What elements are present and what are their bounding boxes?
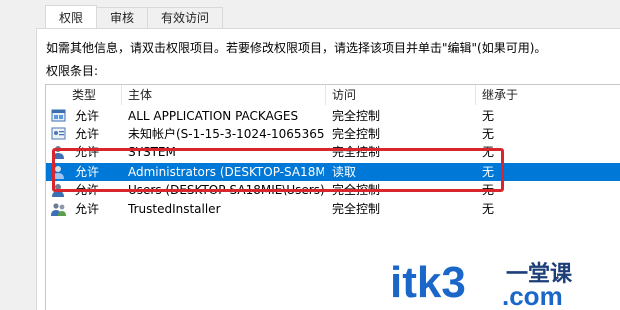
tab-auditing[interactable]: 审核	[96, 7, 149, 28]
column-inherited-from[interactable]: 继承于	[476, 85, 620, 105]
row-type: 允许	[75, 127, 100, 141]
row-inherited: 无	[482, 109, 495, 123]
permission-entries-label: 权限条目:	[46, 64, 99, 78]
info-text: 如需其他信息，请双击权限项目。若要修改权限项目，请选择该项目并单击"编辑"(如果…	[46, 41, 547, 55]
table-row[interactable]: 允许 TrustedInstaller 完全控制 无	[46, 200, 620, 218]
group-icon	[51, 203, 66, 216]
row-inherited: 无	[482, 127, 495, 141]
row-type: 允许	[75, 202, 100, 216]
annotation-highlight-box	[52, 148, 504, 192]
row-type: 允许	[75, 109, 100, 123]
tab-strip: 权限 审核 有效访问	[45, 5, 224, 29]
logo-text: itk3	[390, 258, 466, 307]
row-access: 完全控制	[332, 202, 381, 216]
column-type[interactable]: 类型	[66, 85, 122, 105]
row-principal: 未知帐户(S-1-15-3-1024-1065365936...	[128, 127, 324, 141]
account-icon	[51, 127, 66, 140]
packages-icon	[51, 109, 66, 122]
column-access[interactable]: 访问	[326, 85, 476, 105]
row-principal: ALL APPLICATION PACKAGES	[128, 109, 299, 123]
tab-permissions[interactable]: 权限	[45, 5, 98, 28]
row-access: 完全控制	[332, 109, 381, 123]
table-row[interactable]: 允许 ALL APPLICATION PACKAGES 完全控制 无	[46, 107, 620, 125]
list-header: 类型 主体 访问 继承于	[46, 85, 620, 105]
itk3-watermark-logo: itk3 一堂课 .com	[390, 258, 573, 309]
table-row[interactable]: 允许 未知帐户(S-1-15-3-1024-1065365936... 完全控制…	[46, 125, 620, 143]
row-inherited: 无	[482, 202, 495, 216]
column-principal[interactable]: 主体	[122, 85, 326, 105]
tab-effective-access[interactable]: 有效访问	[147, 7, 224, 28]
logo-domain: .com	[502, 281, 563, 309]
row-principal: TrustedInstaller	[128, 202, 221, 216]
row-access: 完全控制	[332, 127, 381, 141]
